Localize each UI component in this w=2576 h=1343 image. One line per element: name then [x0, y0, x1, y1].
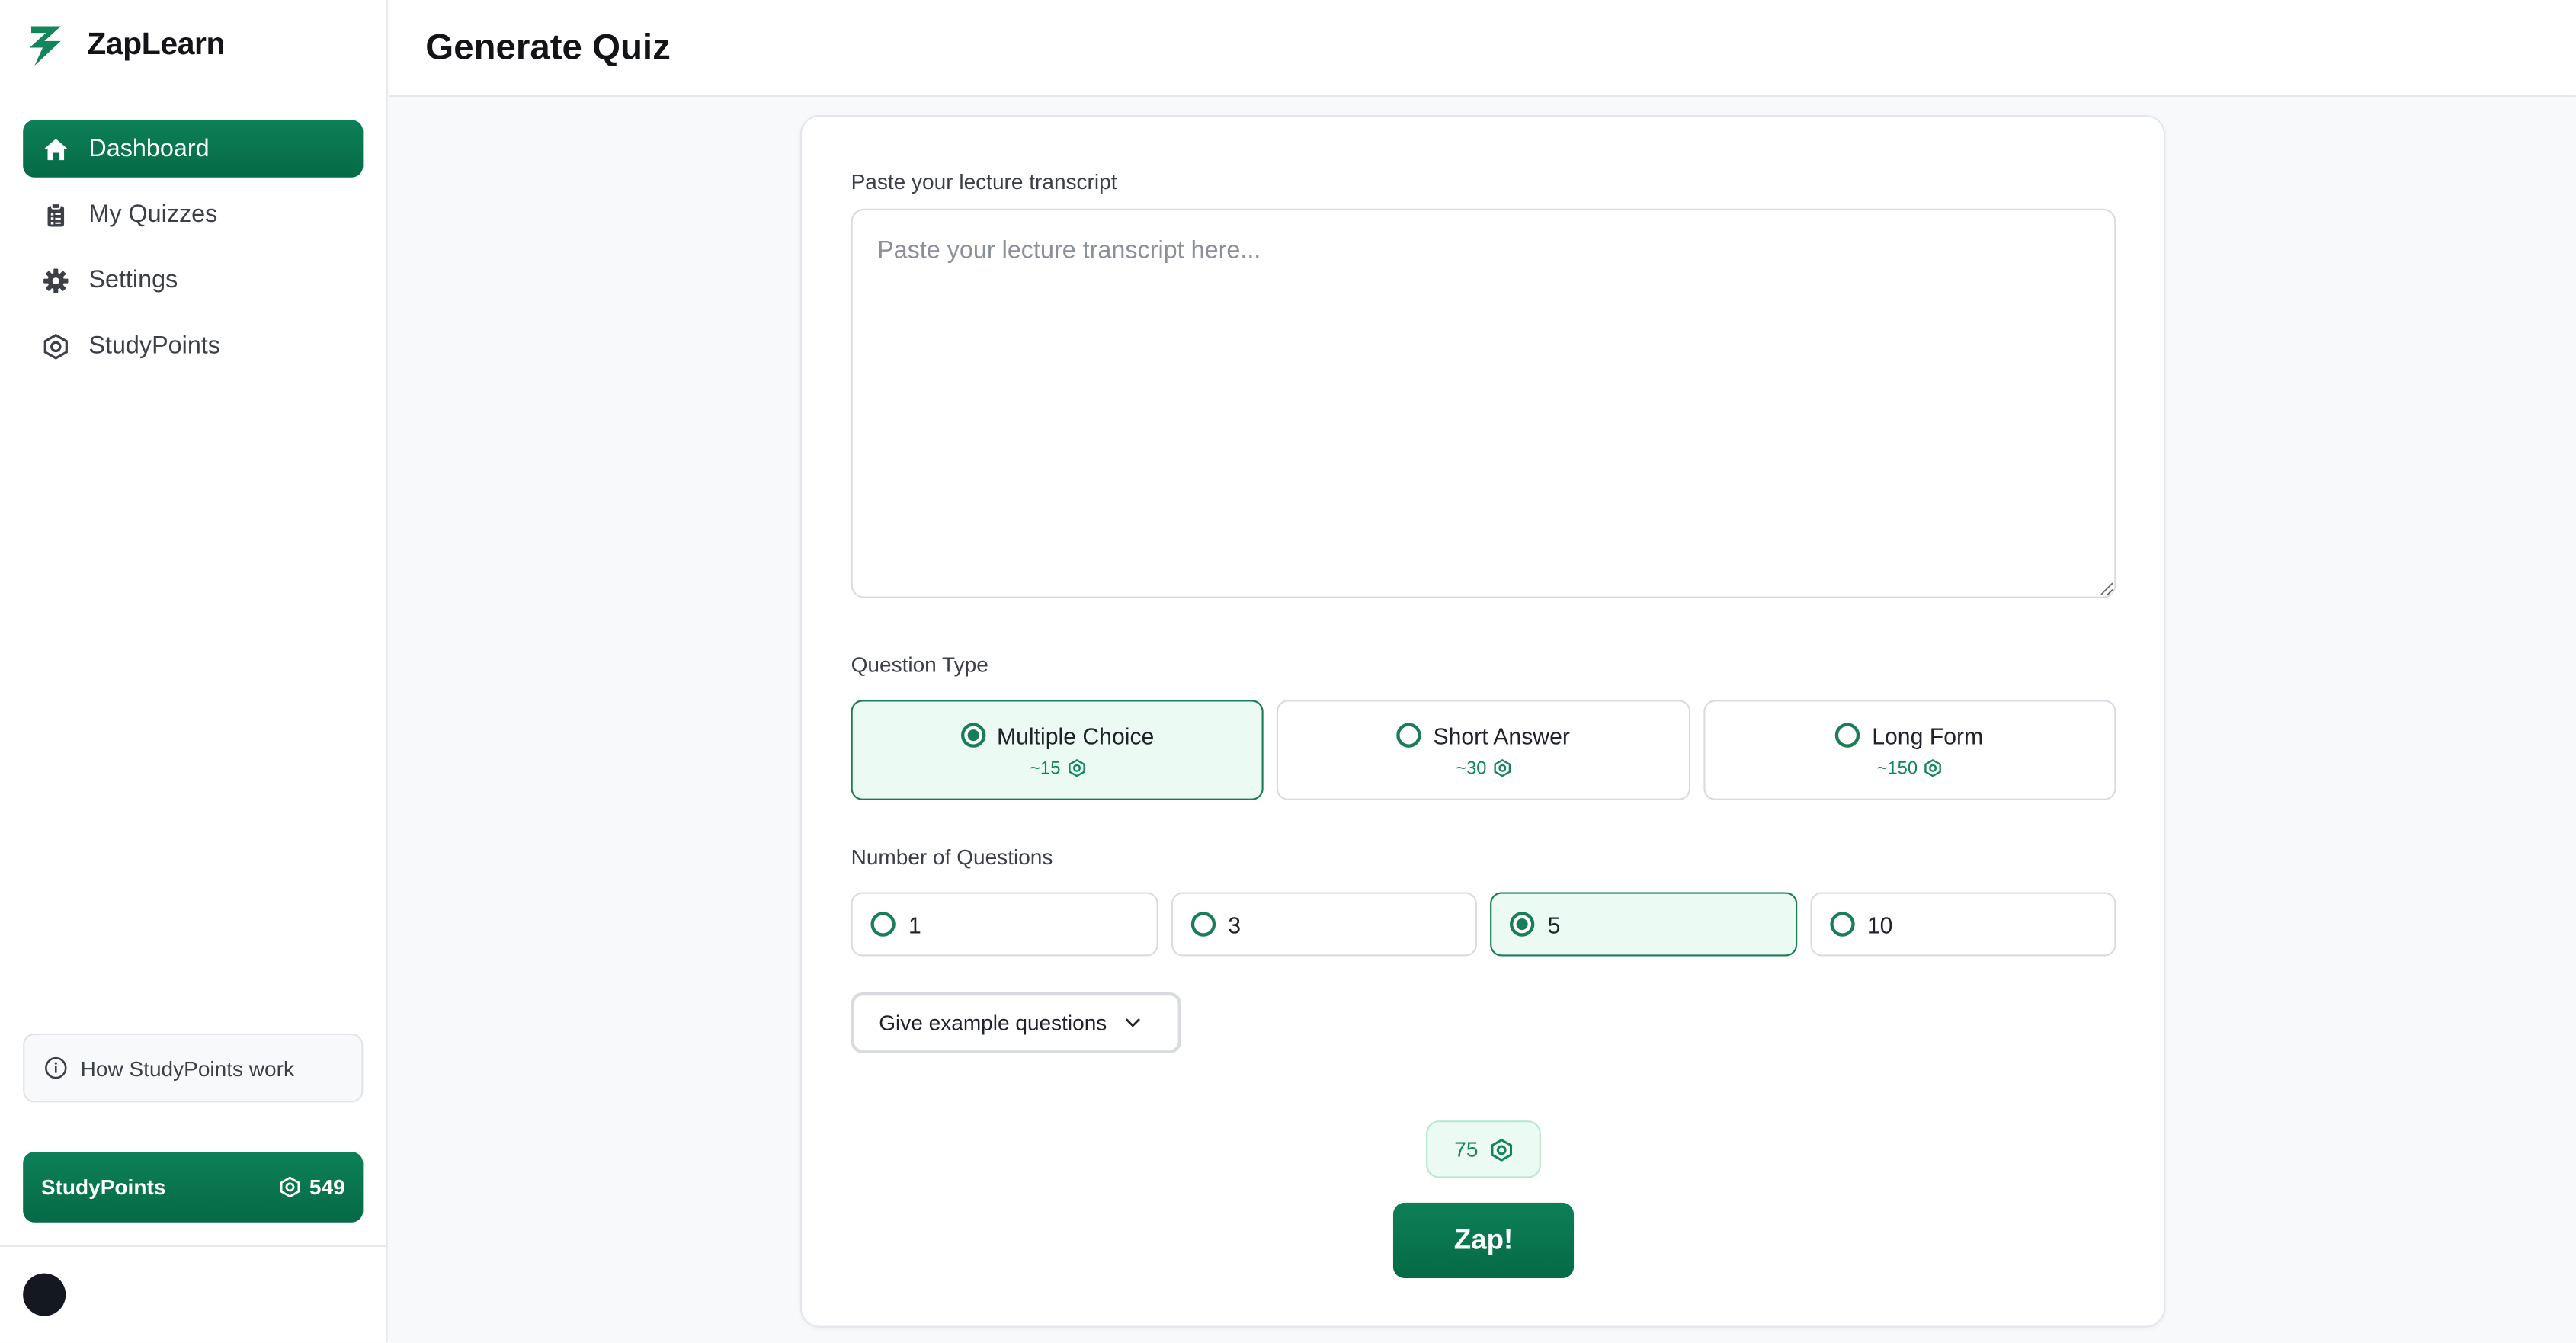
generate-quiz-card: Paste your lecture transcript Question T…: [799, 114, 2166, 1328]
num-questions-option-5[interactable]: 5: [1490, 892, 1797, 957]
num-option-label: 1: [908, 911, 921, 938]
studypoints-value: 549: [309, 1175, 345, 1200]
question-type-cost: ~15: [1030, 758, 1061, 778]
examples-label: Give example questions: [879, 1010, 1107, 1036]
question-type-label-text: Long Form: [1872, 722, 1984, 748]
cost-badge: 75: [1426, 1120, 1541, 1178]
radio-unselected-icon: [1829, 912, 1854, 937]
transcript-label: Paste your lecture transcript: [851, 169, 1117, 194]
question-type-cost: ~30: [1456, 758, 1487, 778]
page-header: Generate Quiz: [389, 0, 2576, 98]
hexagon-icon: [1494, 759, 1511, 777]
question-type-short-answer[interactable]: Short Answer ~30: [1277, 700, 1690, 800]
num-option-label: 5: [1547, 911, 1561, 938]
radio-unselected-icon: [1190, 912, 1216, 937]
number-of-questions-group: 1 3 5 10: [851, 892, 2116, 957]
studypoints-label: StudyPoints: [40, 1175, 166, 1200]
hexagon-icon: [1068, 759, 1085, 777]
avatar[interactable]: [23, 1273, 66, 1316]
sidebar-item-label: StudyPoints: [88, 332, 220, 361]
give-example-questions-button[interactable]: Give example questions: [851, 992, 1181, 1053]
studypoints-balance[interactable]: StudyPoints 549: [23, 1152, 364, 1223]
sidebar-item-studypoints[interactable]: StudyPoints: [23, 317, 363, 374]
question-type-group: Multiple Choice ~15 Short Answer ~30 Lon…: [851, 700, 2116, 800]
sidebar-item-label: My Quizzes: [88, 200, 218, 229]
sidebar-nav: Dashboard My Quizzes Settings StudyPoint…: [23, 120, 364, 383]
num-option-label: 3: [1228, 911, 1242, 938]
question-type-cost: ~150: [1876, 758, 1918, 778]
app-name: ZapLearn: [87, 27, 226, 63]
radio-selected-icon: [960, 723, 985, 748]
chevron-down-icon: [1125, 1018, 1140, 1027]
clipboard-icon: [43, 201, 69, 227]
sidebar-item-label: Dashboard: [88, 134, 210, 163]
how-studypoints-work-button[interactable]: How StudyPoints work: [23, 1033, 364, 1103]
transcript-input[interactable]: [851, 208, 2116, 598]
how-studypoints-label: How StudyPoints work: [80, 1055, 294, 1081]
radio-selected-icon: [1509, 912, 1535, 937]
number-of-questions-label: Number of Questions: [851, 844, 1053, 870]
sidebar-item-dashboard[interactable]: Dashboard: [23, 120, 364, 178]
hexagon-icon: [280, 1176, 300, 1198]
cost-value: 75: [1454, 1136, 1479, 1162]
question-type-long-form[interactable]: Long Form ~150: [1703, 700, 2116, 800]
question-type-label-text: Multiple Choice: [997, 722, 1155, 748]
lightning-logo-icon: [29, 26, 61, 66]
radio-unselected-icon: [1835, 723, 1861, 748]
num-questions-option-10[interactable]: 10: [1809, 892, 2116, 957]
sidebar-divider: [0, 1245, 388, 1248]
hexagon-icon: [43, 332, 69, 359]
num-option-label: 10: [1866, 911, 1893, 938]
num-questions-option-1[interactable]: 1: [851, 892, 1158, 957]
gear-icon: [43, 267, 69, 293]
zap-submit-button[interactable]: Zap!: [1392, 1202, 1575, 1279]
brand[interactable]: ZapLearn: [26, 23, 226, 69]
num-questions-option-3[interactable]: 3: [1170, 892, 1477, 957]
hexagon-icon: [1924, 759, 1942, 777]
home-icon: [43, 136, 69, 162]
sidebar-item-my-quizzes[interactable]: My Quizzes: [23, 186, 363, 243]
info-icon: [45, 1056, 67, 1079]
sidebar: ZapLearn Dashboard My Quizzes Settings S…: [0, 0, 388, 1343]
radio-unselected-icon: [870, 912, 896, 937]
sidebar-item-label: Settings: [88, 266, 178, 294]
sidebar-item-settings[interactable]: Settings: [23, 252, 363, 309]
question-type-multiple-choice[interactable]: Multiple Choice ~15: [851, 700, 1264, 800]
question-type-label: Question Type: [851, 652, 988, 678]
radio-unselected-icon: [1397, 723, 1422, 748]
hexagon-icon: [1490, 1137, 1512, 1161]
question-type-label-text: Short Answer: [1433, 722, 1570, 748]
page-title: Generate Quiz: [425, 26, 671, 68]
